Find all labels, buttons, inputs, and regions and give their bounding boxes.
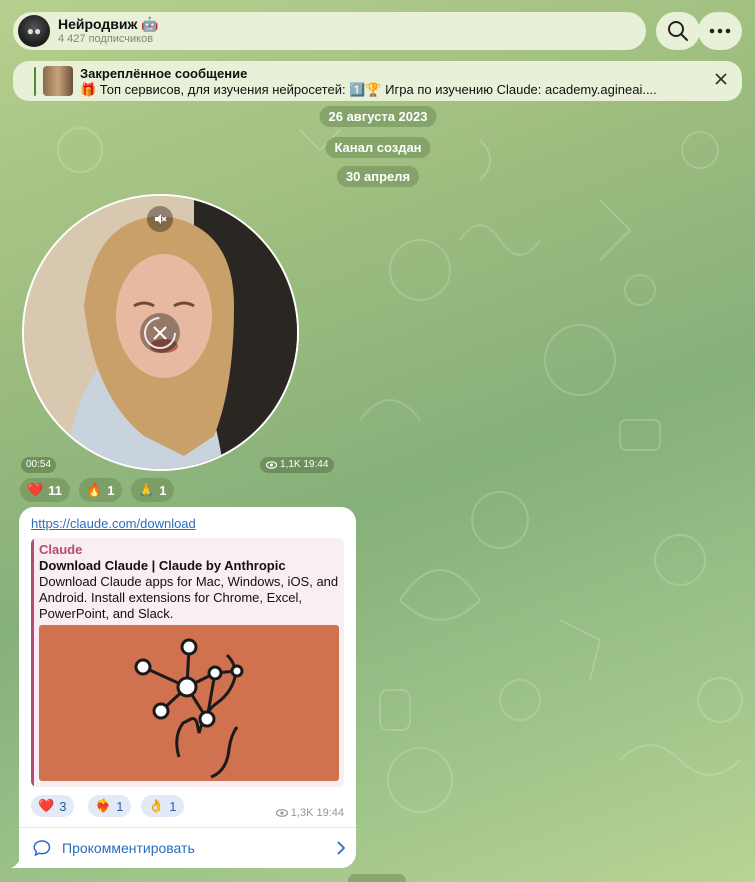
- mute-icon: [155, 214, 167, 224]
- reaction-count: 1: [116, 798, 124, 814]
- link-preview[interactable]: Claude Download Claude | Claude by Anthr…: [31, 538, 344, 787]
- heart-icon: ❤️: [27, 482, 44, 497]
- reaction-pray[interactable]: 🙏 1: [131, 478, 175, 502]
- channel-header[interactable]: ●● Нейродвиж 🤖 4 427 подписчиков: [13, 12, 646, 50]
- more-options-button[interactable]: [698, 12, 742, 50]
- preview-image[interactable]: [39, 625, 339, 781]
- subscriber-count: 4 427 подписчиков: [58, 33, 154, 45]
- preview-accent-bar: [31, 538, 34, 787]
- reaction-count: 1: [159, 482, 167, 498]
- pray-icon: 🙏: [138, 482, 155, 497]
- reaction-fire[interactable]: 🔥 1: [79, 478, 123, 502]
- comment-label: Прокомментировать: [62, 840, 195, 856]
- video-duration: 00:54: [21, 457, 57, 473]
- heart-on-fire-icon: ❤️‍🔥: [95, 798, 112, 813]
- reaction-ok-hand[interactable]: 👌 1: [141, 795, 185, 817]
- more-icon: [709, 28, 731, 34]
- date-separator: 26 августа 2023: [319, 106, 437, 127]
- date-separator: 30 апреля: [336, 166, 420, 187]
- reaction-heart[interactable]: ❤️ 3: [31, 795, 75, 817]
- date-separator-partial: [348, 874, 406, 882]
- comment-icon: [33, 840, 51, 857]
- fire-icon: 🔥: [86, 482, 103, 497]
- claude-network-hand-illustration: [134, 638, 244, 779]
- channel-title: Нейродвиж 🤖: [58, 16, 159, 32]
- message-link[interactable]: https://claude.com/download: [31, 516, 196, 531]
- pinned-close-button[interactable]: [714, 72, 728, 91]
- stop-playback-button[interactable]: [140, 313, 180, 353]
- pinned-indicator: [34, 67, 36, 96]
- close-icon: [715, 73, 727, 85]
- video-views-label: 1,1K 19:44: [280, 459, 329, 470]
- service-message: Канал создан: [325, 137, 431, 158]
- pinned-message-bar[interactable]: Закреплённое сообщение 🎁 Топ сервисов, д…: [13, 61, 742, 101]
- pinned-thumbnail: [43, 66, 73, 96]
- link-message-bubble: https://claude.com/download Claude Downl…: [19, 507, 356, 868]
- eye-icon: [275, 809, 288, 817]
- reaction-count: 11: [48, 482, 62, 498]
- reaction-count: 3: [59, 798, 67, 814]
- preview-title: Download Claude | Claude by Anthropic: [39, 558, 286, 573]
- preview-description: Download Claude apps for Mac, Windows, i…: [39, 574, 339, 621]
- reaction-heart[interactable]: ❤️ 11: [20, 478, 70, 502]
- pinned-text: 🎁 Топ сервисов, для изучения нейросетей:…: [80, 82, 657, 97]
- views-time-label: 1,3K 19:44: [290, 807, 344, 819]
- channel-avatar[interactable]: ●●: [18, 15, 50, 47]
- reaction-count: 1: [169, 798, 177, 814]
- reaction-count: 1: [107, 482, 115, 498]
- comment-button[interactable]: Прокомментировать: [19, 828, 356, 868]
- reaction-heart-on-fire[interactable]: ❤️‍🔥 1: [88, 795, 132, 817]
- heart-icon: ❤️: [38, 798, 55, 813]
- chevron-right-icon: [337, 841, 346, 855]
- eye-icon: [266, 461, 277, 469]
- search-button[interactable]: [656, 12, 700, 50]
- ok-hand-icon: 👌: [148, 798, 165, 813]
- message-views-time: 1,3K 19:44: [275, 807, 344, 819]
- pinned-title: Закреплённое сообщение: [80, 66, 248, 81]
- mute-toggle[interactable]: [147, 206, 173, 232]
- video-views-time: 1,1K 19:44: [260, 457, 335, 473]
- preview-site-name: Claude: [39, 542, 83, 557]
- close-icon: [144, 317, 176, 349]
- search-icon: [668, 21, 688, 41]
